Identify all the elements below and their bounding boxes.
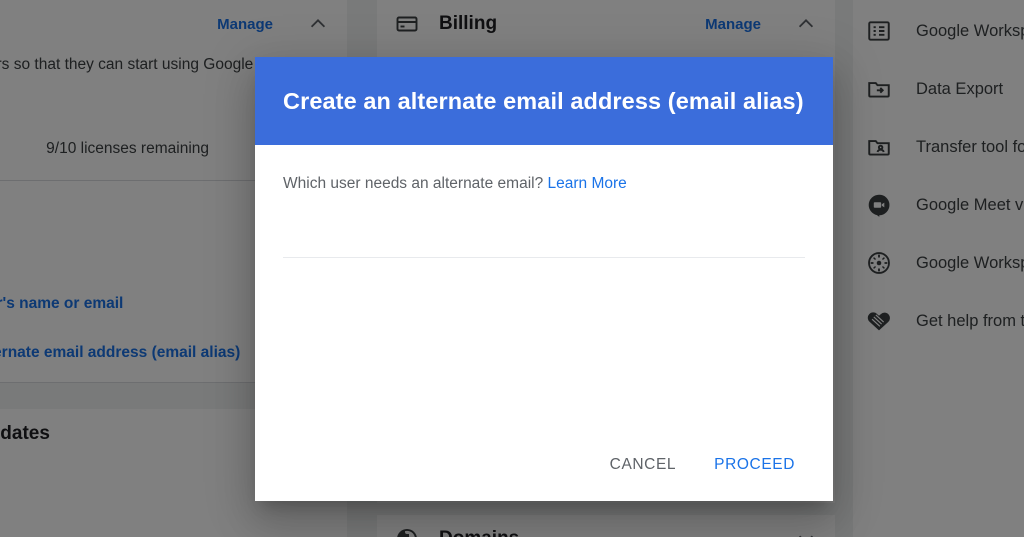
- create-email-alias-dialog: Create an alternate email address (email…: [255, 57, 833, 501]
- dialog-header: Create an alternate email address (email…: [255, 57, 833, 145]
- cancel-button[interactable]: CANCEL: [600, 446, 686, 484]
- dialog-prompt: Which user needs an alternate email? Lea…: [283, 173, 805, 195]
- dialog-content: Which user needs an alternate email? Lea…: [255, 145, 833, 429]
- dialog-learn-more-link[interactable]: Learn More: [548, 175, 627, 192]
- dialog-actions: CANCEL PROCEED: [255, 429, 833, 501]
- screen: Users Manage Add other users so that the…: [0, 0, 1024, 537]
- user-select-field[interactable]: [283, 257, 805, 258]
- proceed-button[interactable]: PROCEED: [704, 446, 805, 484]
- dialog-prompt-text: Which user needs an alternate email?: [283, 175, 544, 192]
- dialog-title: Create an alternate email address (email…: [283, 87, 804, 114]
